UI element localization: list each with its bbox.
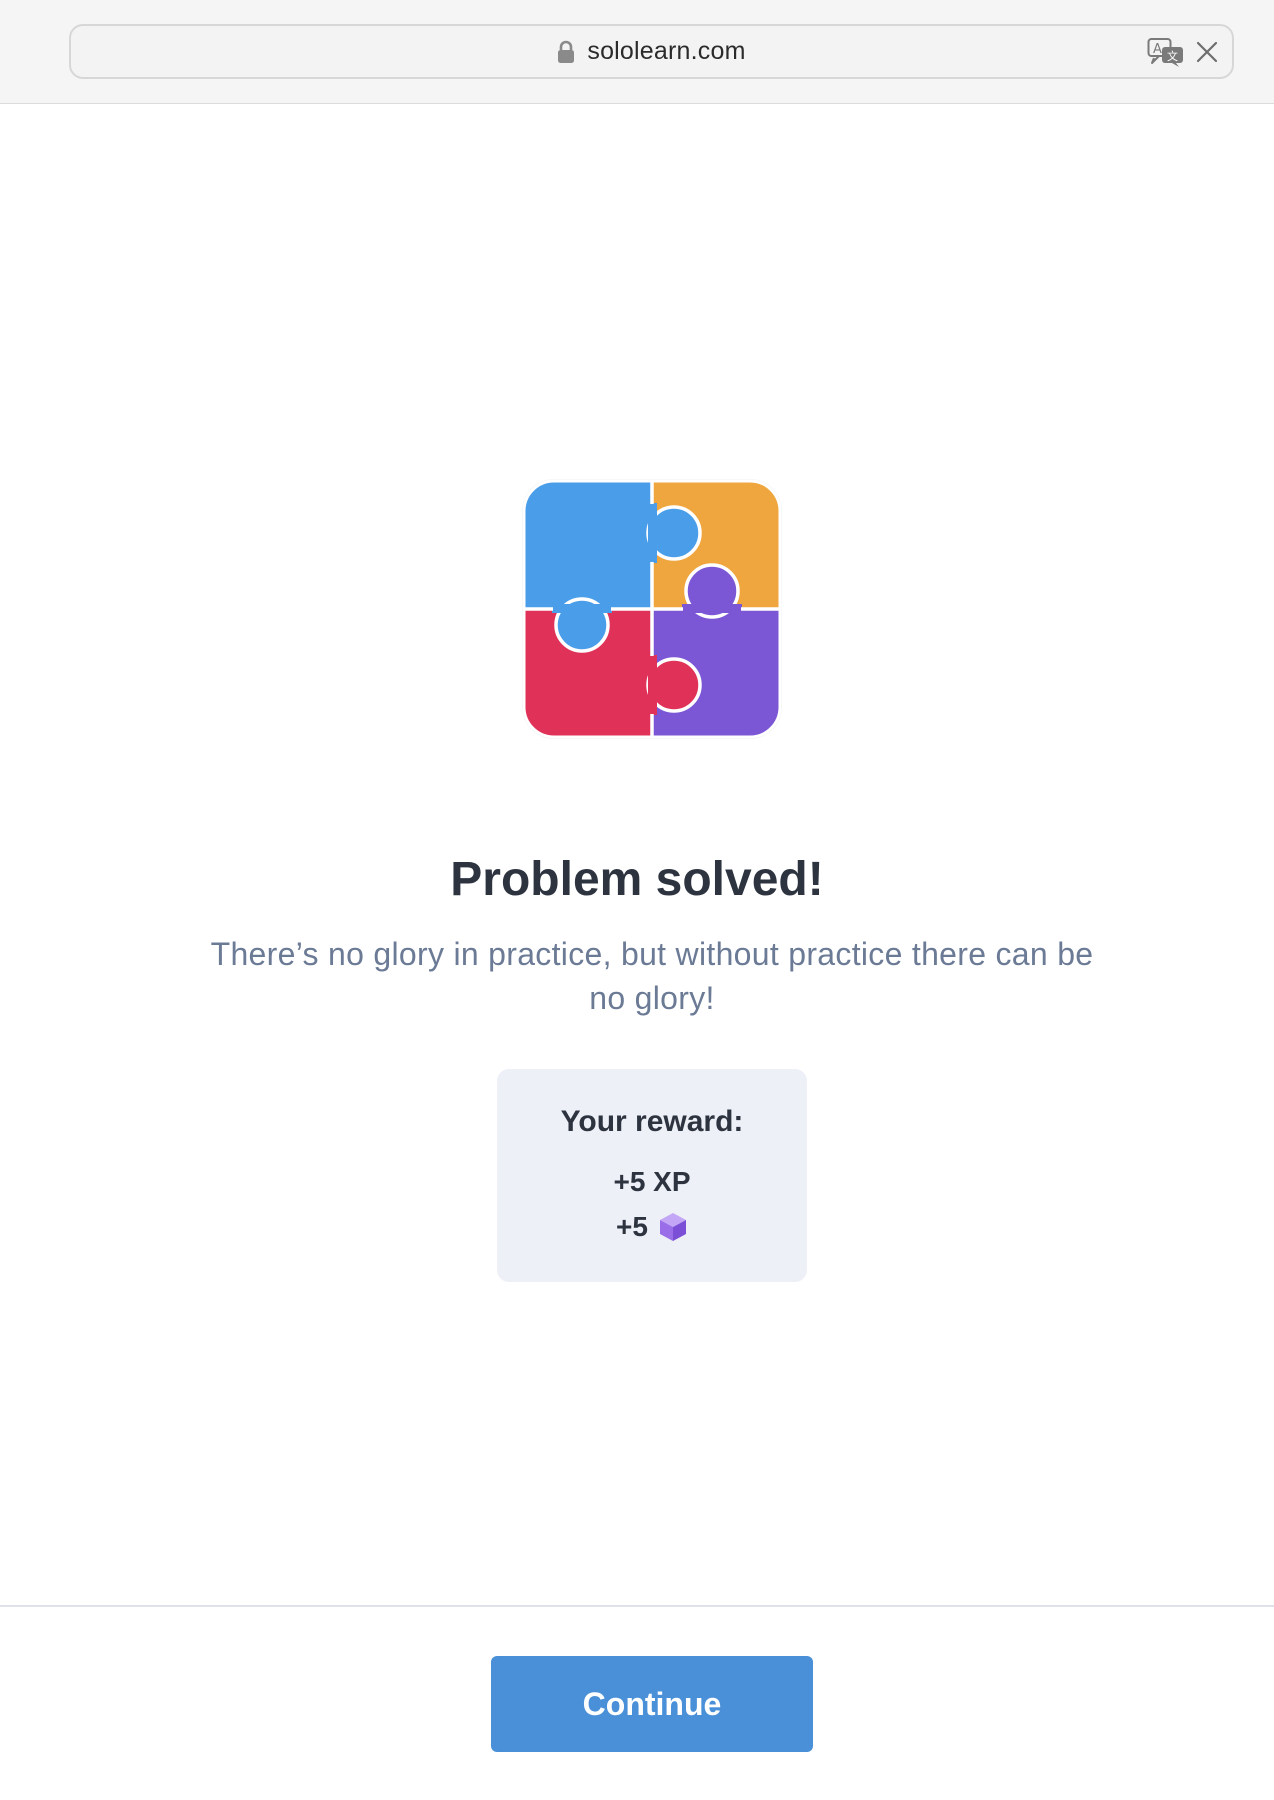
reward-card: Your reward: +5 XP +5 [497,1069,807,1282]
svg-text:A: A [1153,42,1162,57]
footer-divider [0,1605,1274,1607]
continue-button[interactable]: Continue [491,1656,813,1752]
result-message: There’s no glory in practice, but withou… [210,936,1094,1016]
close-icon[interactable] [1196,41,1218,63]
address-bar-content: sololearn.com [71,26,1232,77]
lock-icon [558,40,575,63]
puzzle-icon [522,479,782,739]
reward-xp: +5 XP [613,1166,691,1197]
url-text: sololearn.com [587,37,746,65]
translate-icon[interactable]: A 文 [1147,36,1185,68]
gem-icon [659,1213,686,1241]
address-bar[interactable]: sololearn.com A 文 [69,24,1234,79]
browser-toolbar: sololearn.com A 文 [0,0,1274,104]
reward-gems: +5 [616,1211,648,1242]
result-title: Problem solved! [450,853,824,906]
puzzle-pieces [524,481,780,737]
svg-text:文: 文 [1167,49,1178,63]
reward-gems-row: +5 [497,1209,807,1245]
reward-title: Your reward: [560,1105,744,1138]
